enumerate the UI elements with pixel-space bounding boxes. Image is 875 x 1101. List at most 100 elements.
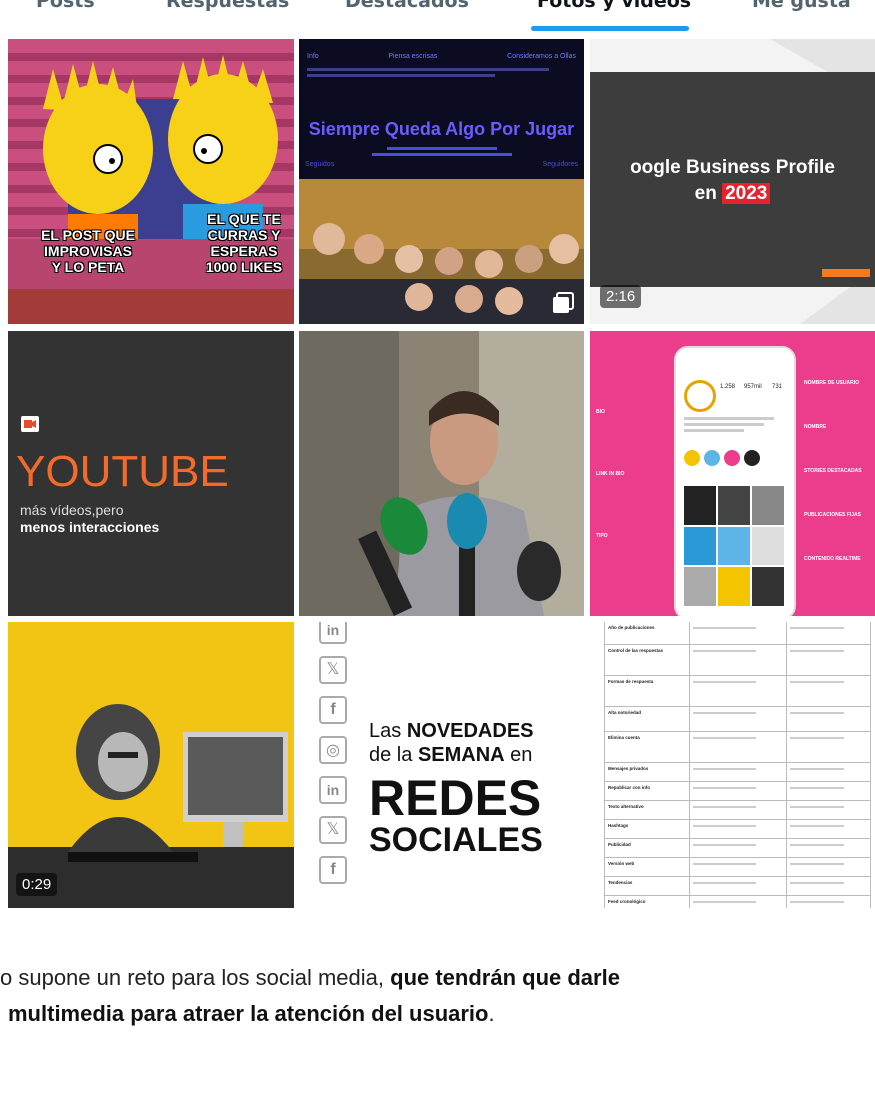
table-cell bbox=[690, 763, 787, 781]
table-cell bbox=[690, 622, 787, 644]
table-cell bbox=[787, 645, 870, 675]
youtube-title: YOUTUBE bbox=[16, 447, 229, 496]
youtube-subtitle: más vídeos,pero bbox=[20, 502, 124, 518]
table-cell bbox=[690, 858, 787, 876]
media-tile-simpsons-meme[interactable]: EL POST QUE IMPROVISAS Y LO PETA EL QUE … bbox=[8, 39, 294, 324]
tab-respuestas[interactable]: Respuestas bbox=[166, 0, 289, 16]
table-cell bbox=[787, 820, 870, 838]
annotation-right-3: STORIES DESTACADAS bbox=[804, 468, 862, 474]
video-camera-icon bbox=[21, 416, 39, 432]
linkedin-icon: in bbox=[319, 622, 347, 644]
table-row-label: Alta notoriedad bbox=[605, 707, 690, 731]
redes-heading: REDES bbox=[369, 770, 542, 826]
x-icon: 𝕏 bbox=[319, 816, 347, 844]
table-cell bbox=[690, 645, 787, 675]
table-row: Alta notoriedad bbox=[605, 707, 870, 732]
social-icon-column: in 𝕏 f ◎ in 𝕏 f bbox=[319, 622, 347, 896]
novedades-line1-bold: NOVEDADES bbox=[406, 720, 534, 742]
table-row-label: Año de publicaciones bbox=[605, 622, 690, 644]
post-thumbnails bbox=[684, 486, 784, 606]
phone-mockup: 1.258 957mil 731 bbox=[674, 346, 796, 616]
table-row: Tendencias bbox=[605, 877, 870, 896]
table-cell bbox=[690, 801, 787, 819]
media-tile-comparison-table[interactable]: Año de publicaciones Control de las respu… bbox=[590, 622, 875, 908]
table-row-label: Control de las respuestas bbox=[605, 645, 690, 675]
youtube-subtitle-bold: menos interacciones bbox=[20, 519, 160, 535]
table-cell bbox=[690, 896, 787, 908]
media-tile-hooded-man-video[interactable]: 0:29 bbox=[8, 622, 294, 908]
novedades-line1-regular: Las bbox=[369, 720, 407, 742]
multiple-images-icon bbox=[553, 292, 574, 313]
header-col-3: Consideramos a Ollas bbox=[507, 53, 576, 60]
novedades-line2-regular: de la bbox=[369, 744, 418, 766]
novedades-line1: Las NOVEDADES bbox=[369, 720, 534, 743]
table-cell bbox=[787, 763, 870, 781]
video-duration-badge: 0:29 bbox=[16, 873, 58, 896]
video-title-prefix: en bbox=[694, 183, 723, 204]
media-tile-youtube[interactable]: YOUTUBE más vídeos,pero menos interaccio… bbox=[8, 331, 294, 616]
media-tile-group-post[interactable]: Info Piensa escrisas Consideramos a Olla… bbox=[299, 39, 584, 324]
active-tab-indicator bbox=[531, 26, 689, 31]
caption-line1-regular: o supone un reto para los social media, bbox=[0, 965, 391, 990]
annotation-left-2: LINK IN BIO bbox=[596, 471, 625, 477]
profile-avatar bbox=[684, 380, 716, 412]
right-annotation-labels: NOMBRE DE USUARIO NOMBRE STORIES DESTACA… bbox=[804, 361, 872, 581]
table-row-label: Texto alternativo bbox=[605, 801, 690, 819]
table-cell bbox=[787, 801, 870, 819]
footer-right-label: Seguidores bbox=[542, 161, 578, 168]
annotation-right-2: NOMBRE bbox=[804, 424, 827, 430]
tab-fotos-y-videos[interactable]: Fotos y videos bbox=[537, 0, 691, 16]
annotation-right-5: CONTENIDO REALTIME bbox=[804, 556, 861, 562]
bio-text bbox=[684, 414, 784, 435]
tab-destacados[interactable]: Destacados bbox=[345, 0, 469, 16]
caption-line2-bold: multimedia para atraer la atención del u… bbox=[8, 1001, 489, 1026]
table-cell bbox=[787, 732, 870, 762]
media-tile-instagram-infographic[interactable]: 1.258 957mil 731 NOMBRE DE USUARIO NOMBR… bbox=[590, 331, 875, 616]
novedades-line2: de la SEMANA en bbox=[369, 744, 532, 767]
table-row: Publicidad bbox=[605, 839, 870, 858]
table-cell bbox=[787, 782, 870, 800]
banner-subtext bbox=[299, 145, 584, 159]
media-tile-google-business-video[interactable]: oogle Business Profile en 2023 2:16 bbox=[590, 39, 875, 324]
instagram-icon: ◎ bbox=[319, 736, 347, 764]
media-tile-interview-photo[interactable] bbox=[299, 331, 584, 616]
novedades-line2-bold: SEMANA bbox=[417, 744, 505, 766]
profile-banner-title: Siempre Queda Algo Por Jugar bbox=[308, 119, 575, 139]
table-row-label: Publicidad bbox=[605, 839, 690, 857]
followers-count: 1.258 bbox=[720, 384, 736, 390]
table-cell bbox=[690, 707, 787, 731]
table-row: Elimina cuenta bbox=[605, 732, 870, 763]
table-row: Feed cronológico bbox=[605, 896, 870, 908]
article-caption: o supone un reto para los social media, … bbox=[0, 960, 875, 1032]
table-cell bbox=[787, 707, 870, 731]
table-cell bbox=[690, 820, 787, 838]
table-row-label: Hashtags bbox=[605, 820, 690, 838]
header-col-2: Piensa escrisas bbox=[388, 53, 438, 60]
video-title-year: 2023 bbox=[722, 183, 771, 204]
annotation-left-1: BIO bbox=[596, 409, 605, 415]
media-tile-novedades-redes[interactable]: in 𝕏 f ◎ in 𝕏 f Las NOVEDADES de la SEMA… bbox=[299, 622, 584, 908]
caption-line-2: multimedia para atraer la atención del u… bbox=[0, 996, 875, 1032]
caption-line-1: o supone un reto para los social media, … bbox=[0, 960, 875, 996]
table-row-label: Versión web bbox=[605, 858, 690, 876]
table-row: Hashtags bbox=[605, 820, 870, 839]
profile-tabs: Posts Respuestas Destacados Fotos y vide… bbox=[0, 0, 875, 36]
tab-me-gusta[interactable]: Me gusta bbox=[752, 0, 851, 16]
table-cell bbox=[690, 782, 787, 800]
table-cell bbox=[787, 858, 870, 876]
footer-left-label: Seguidos bbox=[305, 161, 335, 168]
table-cell bbox=[787, 622, 870, 644]
tab-posts[interactable]: Posts bbox=[36, 0, 95, 16]
twitter-profile-screenshot: Info Piensa escrisas Consideramos a Olla… bbox=[299, 39, 584, 179]
simpsons-meme-image bbox=[8, 39, 294, 324]
following-count: 957mil bbox=[744, 384, 762, 390]
table-cell bbox=[690, 676, 787, 706]
comparison-table: Año de publicaciones Control de las respu… bbox=[604, 622, 871, 908]
table-row: Republicar con info bbox=[605, 782, 870, 801]
table-row: Texto alternativo bbox=[605, 801, 870, 820]
video-title-line1: oogle Business Profile bbox=[630, 157, 835, 178]
video-duration-badge: 2:16 bbox=[600, 285, 642, 308]
caption-line2-tail: . bbox=[488, 1001, 495, 1026]
comparison-table-rows: Año de publicaciones Control de las respu… bbox=[605, 622, 870, 908]
table-row-label: Tendencias bbox=[605, 877, 690, 895]
